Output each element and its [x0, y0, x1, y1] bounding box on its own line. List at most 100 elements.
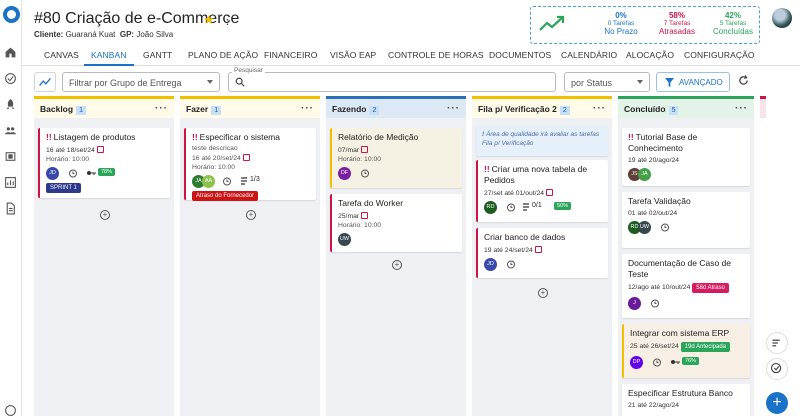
search-input[interactable]	[228, 72, 556, 92]
alarm-icon[interactable]	[222, 176, 232, 186]
avatar[interactable]: AA	[202, 175, 215, 188]
alarm-icon[interactable]	[506, 202, 516, 212]
more-vert-icon[interactable]: ⋮	[221, 12, 234, 28]
task-card[interactable]: Tarefa do Worker 25/mar Horário: 10:00 U…	[330, 194, 462, 252]
tab-visao-eap[interactable]: VISÃO EAP	[330, 50, 376, 60]
more-horiz-icon[interactable]: ···	[155, 103, 168, 114]
rocket-icon[interactable]	[4, 98, 17, 111]
tab-alocacao[interactable]: ALOCAÇÃO	[626, 50, 674, 60]
sprint-tag[interactable]: SPRINT 1	[46, 183, 81, 193]
calendar-icon	[242, 154, 250, 161]
alarm-icon[interactable]	[652, 357, 662, 367]
sort-list-button[interactable]	[766, 332, 788, 354]
more-horiz-icon[interactable]: ···	[301, 103, 314, 114]
task-card[interactable]: Documentação de Caso de Teste 12/ago até…	[622, 254, 750, 318]
avatar[interactable]: RD	[484, 201, 497, 214]
alarm-icon[interactable]	[68, 168, 78, 178]
task-card[interactable]: !! Especificar o sistema teste descricao …	[184, 128, 316, 201]
column-concluido: Concluído 5 ··· !! Tutorial Base de Conhec…	[618, 96, 754, 416]
avatar[interactable]: J	[628, 297, 641, 310]
help-icon[interactable]	[4, 404, 17, 416]
team-icon[interactable]	[4, 124, 17, 137]
advanced-filter-button[interactable]: AVANÇADO	[656, 72, 730, 92]
home-icon[interactable]	[4, 46, 17, 59]
task-card[interactable]: Especificar Estrutura Banco 21 até 22/ag…	[622, 384, 750, 416]
gp-name: João Silva	[136, 30, 174, 39]
calendar-icon	[96, 146, 104, 153]
urgent-icon: !!	[484, 164, 490, 174]
task-card[interactable]: Relatório de Medição 07/mar Horário: 10:…	[330, 128, 462, 188]
add-card-button[interactable]: +	[538, 288, 548, 298]
avatar[interactable]: JD	[46, 167, 59, 180]
chart-icon[interactable]	[4, 176, 17, 189]
progress-badge: 50%	[554, 202, 572, 210]
avatar[interactable]: JA	[638, 168, 651, 181]
tab-canvas[interactable]: CANVAS	[44, 50, 79, 60]
more-horiz-icon[interactable]: ···	[447, 103, 460, 114]
tab-financeiro[interactable]: FINANCEIRO	[264, 50, 317, 60]
task-card[interactable]: !! Listagem de produtos 16 até 18/set/24 …	[38, 128, 170, 198]
tab-calendario[interactable]: CALENDÁRIO	[561, 50, 617, 60]
group-filter-select[interactable]: Filtrar por Grupo de Entrega	[62, 72, 220, 92]
column-header: Concluído 5 ···	[618, 96, 754, 118]
status-select[interactable]: por Status	[564, 72, 650, 92]
insights-button[interactable]	[34, 72, 56, 92]
add-card-button[interactable]: +	[392, 260, 402, 270]
stat-atrasadas[interactable]: 58% 7 Tarefas Atrasadas	[649, 11, 705, 36]
alarm-icon[interactable]	[360, 168, 370, 178]
gp-label: GP:	[119, 30, 135, 39]
task-card[interactable]: !! Criar uma nova tabela de Pedidos 27/se…	[476, 160, 608, 222]
task-card[interactable]: Integrar com sistema ERP 25 até 26/set/2…	[622, 324, 750, 378]
add-card-button[interactable]: +	[100, 210, 110, 220]
column-fila-verificacao: Fila p/ Verificação 22 ··· ! Área de qua…	[472, 96, 612, 416]
avatar[interactable]: UW	[338, 233, 351, 246]
column-count: 1	[211, 106, 222, 115]
column-header: Fazer 1 ···	[180, 96, 320, 118]
tab-kanban[interactable]: KANBAN	[91, 50, 127, 60]
refresh-icon[interactable]	[738, 75, 749, 88]
column-header: Backlog 1 ···	[34, 96, 174, 118]
tab-controle-de-horas[interactable]: CONTROLE DE HORAS	[388, 50, 484, 60]
film-icon[interactable]	[4, 150, 17, 163]
star-icon[interactable]: ★	[203, 12, 215, 28]
column-header: Fazendo 2 ···	[326, 96, 466, 118]
add-fab-button[interactable]: +	[766, 392, 788, 414]
column-count: 2	[559, 106, 570, 115]
tab-configuracao[interactable]: CONFIGURAÇÃO	[684, 50, 755, 60]
alarm-icon[interactable]	[660, 222, 670, 232]
more-horiz-icon[interactable]: ···	[593, 103, 606, 114]
project-stats: 0% 0 Tarefas No Prazo 58% 7 Tarefas Atra…	[530, 6, 760, 44]
column-backlog: Backlog 1 ··· !! Listagem de produtos 16 a…	[34, 96, 174, 416]
alarm-icon[interactable]	[506, 259, 516, 269]
document-icon[interactable]	[4, 202, 17, 215]
urgent-icon: !!	[46, 132, 52, 142]
project-meta: Cliente: Guaraná Kuat GP: João Silva	[34, 30, 173, 39]
tab-gantt[interactable]: GANTT	[143, 50, 172, 60]
avatar[interactable]: DP	[630, 356, 643, 369]
task-card[interactable]: Criar banco de dados 19 até 24/set/24 JD	[476, 228, 608, 278]
column-count: 5	[668, 106, 679, 115]
urgent-icon: !!	[192, 132, 198, 142]
task-check-button[interactable]	[766, 358, 788, 380]
tab-bar: CANVAS KANBAN GANTT PLANO DE AÇÃO FINANC…	[22, 44, 800, 66]
column-count: 2	[369, 106, 380, 115]
project-header: #80 Criação de e-Commerce ★ ⋮ Cliente: G…	[22, 0, 800, 44]
more-horiz-icon[interactable]: ···	[735, 103, 748, 114]
task-card[interactable]: Tarefa Validação 01 até 02/out/24 RD UW	[622, 192, 750, 248]
checklist-icon	[522, 202, 532, 212]
add-card-button[interactable]: +	[246, 210, 256, 220]
avatar[interactable]: UW	[638, 221, 651, 234]
user-avatar[interactable]	[772, 8, 792, 28]
app-logo[interactable]	[3, 6, 20, 23]
delay-tag[interactable]: Atraso do Fornecedor	[192, 191, 259, 201]
search-label: Pesquisar	[232, 67, 265, 74]
stat-no-prazo[interactable]: 0% 0 Tarefas No Prazo	[593, 11, 649, 36]
check-circle-icon[interactable]	[4, 72, 17, 85]
stat-concluidas[interactable]: 42% 5 Tarefas Concluídas	[705, 11, 761, 36]
alarm-icon[interactable]	[650, 298, 660, 308]
avatar[interactable]: JD	[484, 258, 497, 271]
avatar[interactable]: DF	[338, 167, 351, 180]
tab-plano-de-acao[interactable]: PLANO DE AÇÃO	[188, 50, 258, 60]
tab-documentos[interactable]: DOCUMENTOS	[489, 50, 551, 60]
task-card[interactable]: !! Tutorial Base de Conhecimento 19 até 2…	[622, 128, 750, 186]
